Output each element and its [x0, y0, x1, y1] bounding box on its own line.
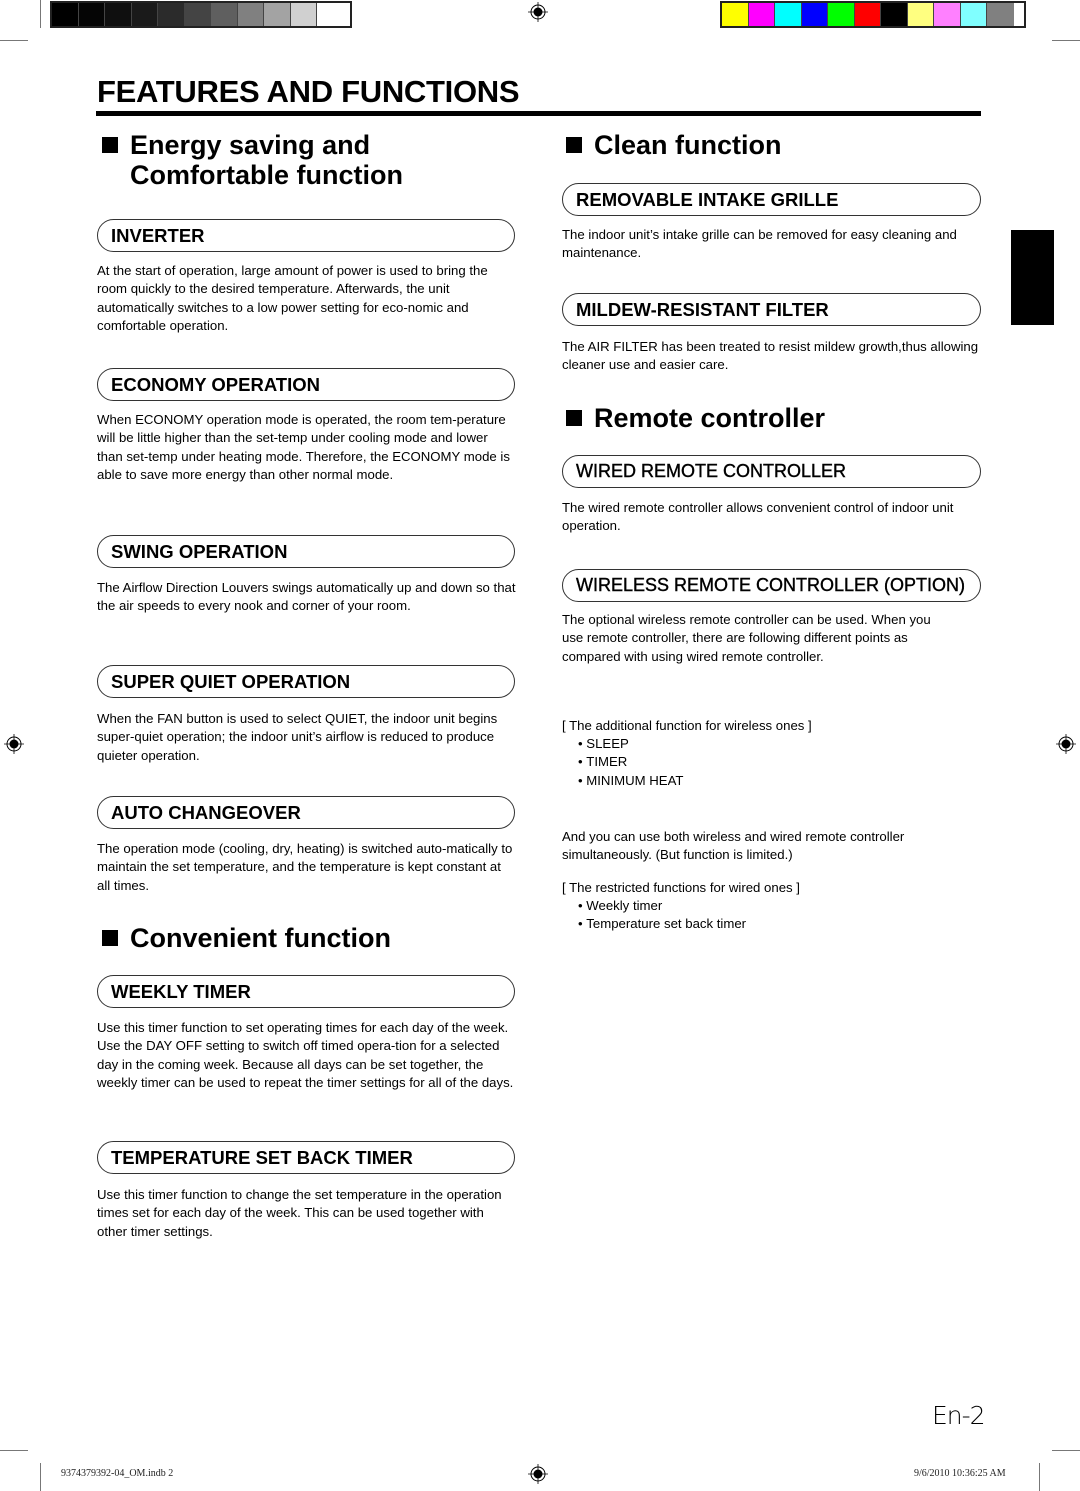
color-swatch [290, 3, 317, 26]
section-heading-clean: Clean function [566, 130, 782, 160]
color-swatch [934, 3, 961, 26]
page-number: En-2 [932, 1401, 986, 1430]
feature-title-swing-operation: SWING OPERATION [97, 535, 515, 568]
color-swatch [52, 3, 79, 26]
color-swatch [184, 3, 211, 26]
feature-title-mildew-resistant-filter: MILDEW-RESISTANT FILTER [562, 293, 981, 326]
color-swatch [748, 3, 775, 26]
crop-mark [40, 1463, 41, 1491]
feature-description-economy-operation: When ECONOMY operation mode is operated,… [97, 412, 510, 483]
grayscale-color-bar [50, 1, 352, 28]
footer-file-name: 9374379392-04_OM.indb 2 [61, 1468, 174, 1479]
color-swatch [158, 3, 185, 26]
square-bullet-icon [566, 410, 582, 426]
feature-description-wireless-remote-controller: The optional wireless remote controller … [562, 612, 931, 664]
feature-description-swing-operation: The Airflow Direction Louvers swings aut… [97, 580, 516, 614]
section-tab-marker [1011, 230, 1054, 325]
color-swatch [801, 3, 828, 26]
feature-title-economy-operation: ECONOMY OPERATION [97, 368, 515, 401]
crop-mark [0, 40, 28, 41]
color-swatch [211, 3, 238, 26]
square-bullet-icon [566, 137, 582, 153]
color-swatch [317, 3, 344, 26]
color-swatch [987, 3, 1014, 26]
color-swatch [131, 3, 158, 26]
crop-mark [0, 1450, 28, 1451]
restricted-functions-label: [ The restricted functions for wired one… [562, 880, 800, 895]
cmyk-color-bar [720, 1, 1026, 28]
list-item: TIMER [578, 753, 683, 771]
feature-description-inverter: At the start of operation, large amount … [97, 263, 488, 334]
square-bullet-icon [102, 930, 118, 946]
color-swatch [960, 3, 987, 26]
crop-mark [1039, 1463, 1040, 1491]
color-swatch [881, 3, 908, 26]
registration-mark-icon [528, 2, 548, 22]
feature-title-removable-intake-grille: REMOVABLE INTAKE GRILLE [562, 183, 981, 216]
crop-mark [1052, 40, 1080, 41]
feature-description-super-quiet-operation: When the FAN button is used to select QU… [97, 711, 498, 763]
additional-functions-label: [ The additional function for wireless o… [562, 718, 812, 733]
list-item: Weekly timer [578, 897, 746, 915]
feature-description-auto-changeover: The operation mode (cooling, dry, heatin… [97, 841, 513, 893]
square-bullet-icon [102, 137, 118, 153]
feature-description-removable-intake-grille: The indoor unit’s intake grille can be r… [562, 227, 957, 261]
feature-title-inverter: INVERTER [97, 219, 515, 252]
color-swatch [854, 3, 881, 26]
section-heading-remote-controller: Remote controller [566, 403, 825, 433]
list-item: SLEEP [578, 735, 683, 753]
feature-title-wireless-remote-controller: WIRELESS REMOTE CONTROLLER (OPTION) [562, 569, 981, 602]
color-swatch [828, 3, 855, 26]
title-underline [96, 111, 981, 116]
page-title: FEATURES AND FUNCTIONS [97, 74, 520, 109]
additional-functions-list: SLEEP TIMER MINIMUM HEAT [578, 735, 683, 790]
feature-description-weekly-timer: Use this timer function to set operating… [97, 1020, 514, 1091]
color-swatch [907, 3, 934, 26]
crop-mark [40, 0, 41, 28]
crop-mark [1052, 1450, 1080, 1451]
color-swatch [237, 3, 264, 26]
feature-description-temperature-set-back-timer: Use this timer function to change the se… [97, 1187, 502, 1239]
feature-title-wired-remote-controller: WIRED REMOTE CONTROLLER [562, 455, 981, 488]
color-swatch [264, 3, 291, 26]
section-heading-energy-saving: Energy saving and Comfortable function [102, 130, 403, 190]
color-swatch [105, 3, 132, 26]
simultaneous-use-note: And you can use both wireless and wired … [562, 829, 905, 863]
list-item: Temperature set back timer [578, 915, 746, 933]
list-item: MINIMUM HEAT [578, 772, 683, 790]
footer-timestamp: 9/6/2010 10:36:25 AM [914, 1468, 1006, 1479]
color-swatch [78, 3, 105, 26]
color-swatch [722, 3, 749, 26]
color-swatch [775, 3, 802, 26]
feature-description-mildew-resistant-filter: The AIR FILTER has been treated to resis… [562, 339, 979, 373]
feature-description-wired-remote-controller: The wired remote controller allows conve… [562, 500, 954, 534]
feature-title-super-quiet-operation: SUPER QUIET OPERATION [97, 665, 515, 698]
section-heading-convenient: Convenient function [102, 923, 391, 953]
registration-mark-icon [1056, 734, 1076, 754]
feature-title-auto-changeover: AUTO CHANGEOVER [97, 796, 515, 829]
restricted-functions-list: Weekly timer Temperature set back timer [578, 897, 746, 934]
feature-title-weekly-timer: WEEKLY TIMER [97, 975, 515, 1008]
registration-mark-icon [4, 734, 24, 754]
registration-mark-icon [528, 1464, 548, 1484]
feature-title-temperature-set-back-timer: TEMPERATURE SET BACK TIMER [97, 1141, 515, 1174]
